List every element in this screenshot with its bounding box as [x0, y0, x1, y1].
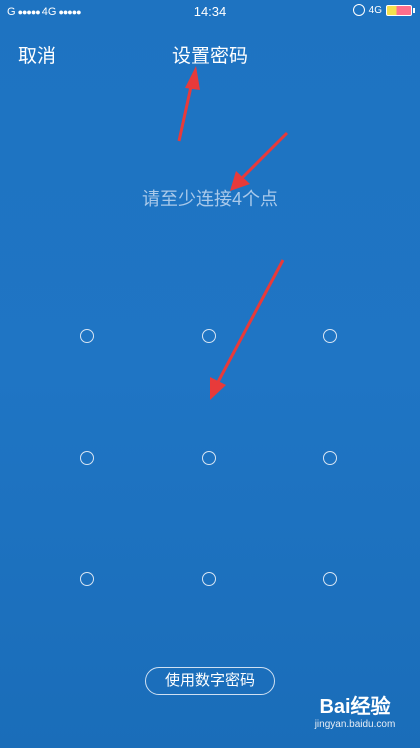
baidu-jingyan-watermark: Bai经验 jingyan.baidu.com	[300, 690, 410, 730]
annotation-arrows	[177, 66, 289, 400]
arrow-to-hint	[240, 131, 289, 180]
arrow-to-title	[177, 81, 194, 142]
lock-pattern-screen: G ●●●●● 4G ●●●●● 14:34 4G 取消 设置密码 请至少连接4…	[0, 0, 420, 748]
arrow-head-title	[185, 66, 200, 90]
watermark-logo: Bai经验	[300, 690, 410, 719]
watermark-url: jingyan.baidu.com	[314, 719, 396, 730]
arrow-to-grid	[216, 259, 285, 383]
watermark-logo-text: Bai经验	[319, 696, 391, 718]
